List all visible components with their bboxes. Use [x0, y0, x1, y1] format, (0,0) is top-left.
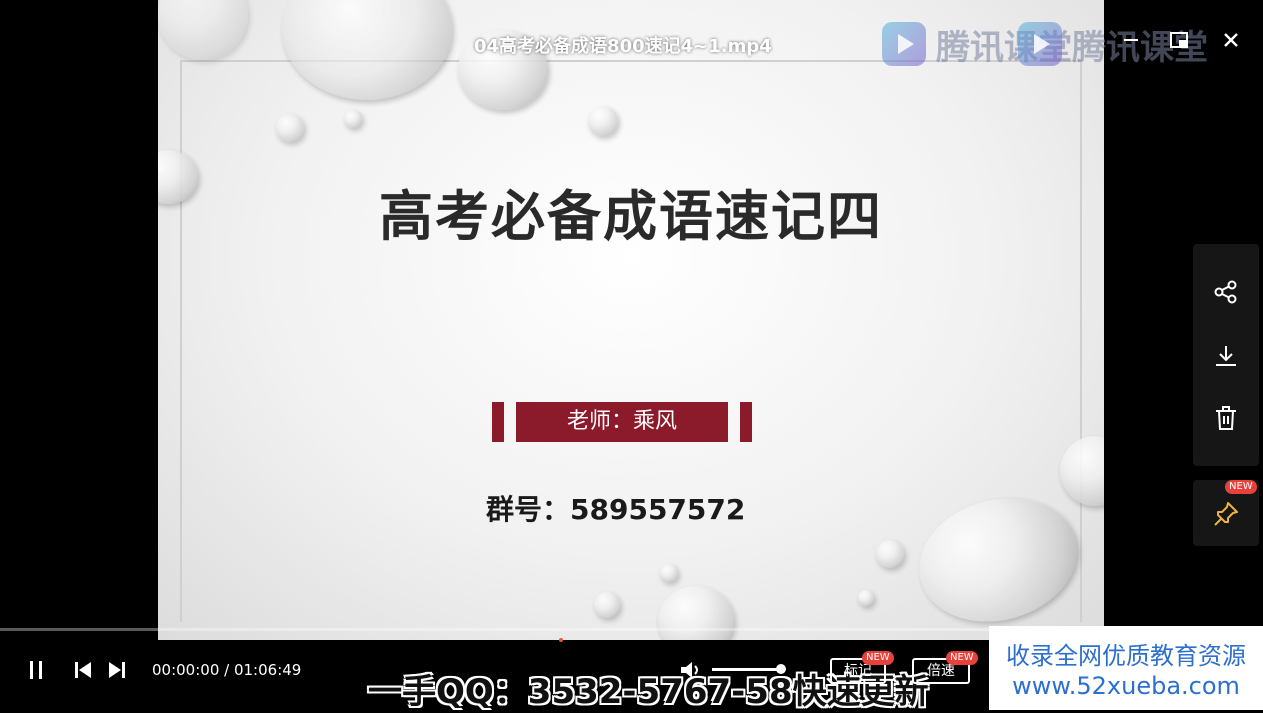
- tencent-classroom-logo-icon: [1018, 22, 1062, 66]
- banner-cap-left: [492, 402, 504, 442]
- new-badge: NEW: [946, 651, 978, 665]
- volume-slider[interactable]: [712, 668, 782, 671]
- volume-knob[interactable]: [776, 664, 786, 674]
- trash-icon[interactable]: [1206, 398, 1246, 438]
- group-info: 群号：589557572: [486, 488, 745, 528]
- water-drop: [876, 540, 904, 568]
- water-drop: [276, 114, 304, 142]
- picture-in-picture-icon[interactable]: [1166, 26, 1192, 54]
- water-drop: [594, 592, 620, 618]
- side-action-panel: [1193, 244, 1259, 466]
- total-duration: 01:06:49: [233, 661, 302, 679]
- video-file-title: 04高考必备成语800速记4~1.mp4: [474, 36, 772, 57]
- pause-icon[interactable]: [26, 658, 46, 682]
- water-drop: [344, 110, 362, 128]
- video-frame[interactable]: 高考必备成语速记四 老师：乘风 群号：589557572: [158, 0, 1104, 640]
- time-display: 00:00:00 / 01:06:49: [152, 661, 301, 679]
- share-icon[interactable]: [1206, 272, 1246, 312]
- tencent-classroom-logo-icon: [882, 22, 926, 66]
- new-badge: NEW: [862, 651, 894, 665]
- slide-title: 高考必备成语速记四: [379, 184, 883, 248]
- water-drop: [588, 106, 618, 136]
- pin-icon[interactable]: [1206, 494, 1246, 534]
- group-number: 589557572: [570, 493, 746, 526]
- progress-marker: [559, 638, 563, 642]
- water-drop: [858, 590, 874, 606]
- next-icon[interactable]: [106, 658, 128, 682]
- banner-cap-right: [740, 402, 752, 442]
- promo-url: www.52xueba.com: [1012, 672, 1240, 700]
- minimize-icon[interactable]: [1118, 26, 1144, 54]
- volume-icon[interactable]: [678, 658, 704, 682]
- promo-banner: 收录全网优质教育资源 www.52xueba.com: [989, 626, 1263, 710]
- teacher-label: 老师：乘风: [516, 402, 728, 442]
- pin-panel: NEW: [1193, 480, 1259, 546]
- water-drop: [158, 0, 248, 60]
- previous-icon[interactable]: [72, 658, 94, 682]
- download-icon[interactable]: [1206, 336, 1246, 376]
- new-badge: NEW: [1225, 480, 1257, 494]
- teacher-banner: 老师：乘风: [492, 402, 752, 442]
- promo-line-1: 收录全网优质教育资源: [1006, 642, 1246, 670]
- group-label: 群号：: [486, 493, 571, 526]
- time-separator: /: [219, 661, 234, 679]
- water-drop: [660, 564, 678, 582]
- current-time: 00:00:00: [152, 661, 220, 679]
- close-icon[interactable]: [1218, 26, 1244, 54]
